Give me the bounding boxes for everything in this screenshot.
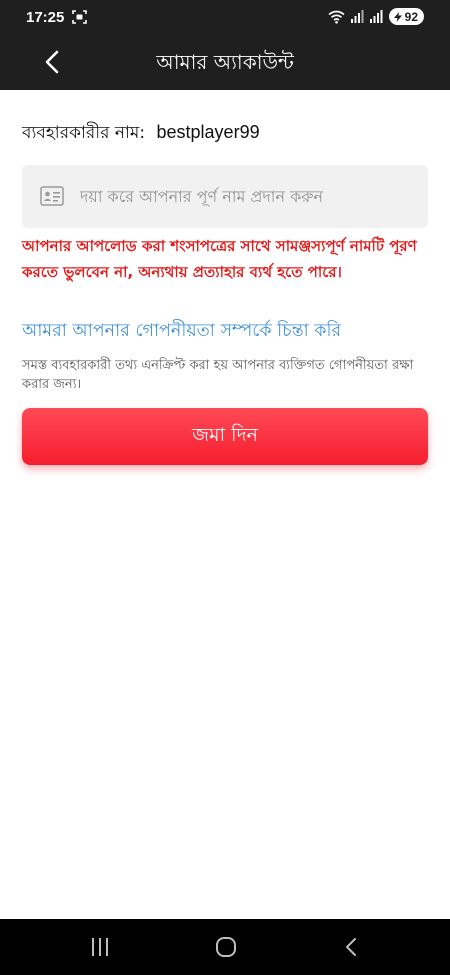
privacy-link[interactable]: আমরা আপনার গোপনীয়তা সম্পর্কে চিন্তা করি — [22, 318, 341, 347]
status-bar: 17:25 92 — [0, 0, 450, 34]
signal-icon — [369, 10, 383, 23]
id-card-icon — [40, 186, 64, 206]
username-row: ব্যবহারকারীর নাম: bestplayer99 — [22, 120, 260, 148]
full-name-input[interactable] — [80, 165, 420, 228]
status-icons: 92 — [328, 8, 424, 25]
recents-icon[interactable] — [88, 936, 112, 958]
back-icon[interactable] — [340, 936, 364, 958]
home-icon[interactable] — [214, 936, 238, 958]
page-title: আমার অ্যাকাউন্ট — [156, 50, 294, 74]
username-value: bestplayer99 — [156, 122, 260, 142]
wifi-icon — [328, 10, 345, 24]
username-label: ব্যবহারকারীর নাম: — [22, 123, 146, 143]
battery-indicator: 92 — [388, 8, 424, 25]
battery-icon — [393, 11, 402, 22]
signal-icon — [350, 10, 364, 23]
submit-button[interactable]: জমা দিন — [22, 408, 428, 465]
status-time: 17:25 — [26, 9, 65, 26]
battery-level: 92 — [404, 9, 418, 24]
full-name-field[interactable] — [22, 165, 428, 228]
system-nav-bar — [0, 919, 450, 975]
privacy-note: সমস্ত ব্যবহারকারী তথ্য এনক্রিপ্ট করা হয়… — [22, 358, 414, 392]
screenshot-icon — [72, 10, 87, 24]
app-bar: আমার অ্যাকাউন্ট — [0, 34, 450, 90]
name-warning-text: আপনার আপলোড করা শংসাপত্রের সাথে সামঞ্জস্… — [22, 237, 417, 281]
